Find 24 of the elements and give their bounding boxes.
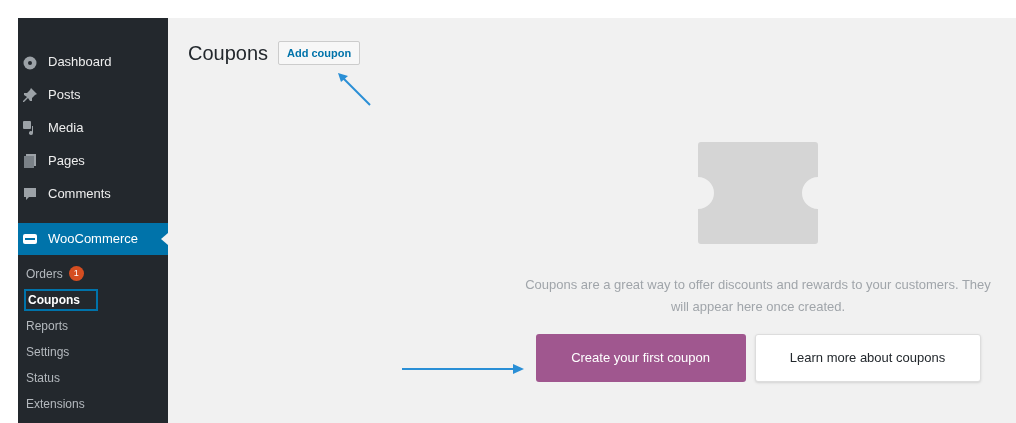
menu-item[interactable]: Dashboard xyxy=(18,46,168,78)
menu-icon xyxy=(22,87,38,103)
menu-icon xyxy=(22,153,38,169)
empty-state-message: Coupons are a great way to offer discounts and rewards to your customers. They will appear here once created. xyxy=(524,276,992,316)
submenu-item[interactable]: Settings xyxy=(24,342,72,361)
learn-more-button[interactable]: Learn more about coupons xyxy=(754,334,981,382)
coupon-icon xyxy=(698,142,818,244)
menu-icon xyxy=(22,54,38,70)
page-title: Coupons xyxy=(188,41,269,66)
submenu-item[interactable]: Reports xyxy=(24,316,71,335)
submenu-item[interactable]: Coupons xyxy=(24,288,98,311)
menu-item[interactable]: Pages xyxy=(18,145,168,177)
submenu-item[interactable]: Extensions xyxy=(24,394,87,413)
menu-item[interactable]: WooCommerce xyxy=(18,223,168,255)
submenu-item[interactable]: Status xyxy=(24,368,63,387)
menu-item[interactable]: Posts xyxy=(18,79,168,111)
menu-item[interactable]: Comments xyxy=(18,178,168,210)
submenu-item[interactable]: Orders xyxy=(24,264,65,283)
menu-icon xyxy=(22,186,38,202)
menu-icon xyxy=(22,231,38,247)
count-badge: 1 xyxy=(68,266,84,281)
add-coupon-button[interactable]: Add coupon xyxy=(278,40,361,66)
menu-item[interactable]: Media xyxy=(18,112,168,144)
create-coupon-button[interactable]: Create your first coupon xyxy=(535,334,746,382)
